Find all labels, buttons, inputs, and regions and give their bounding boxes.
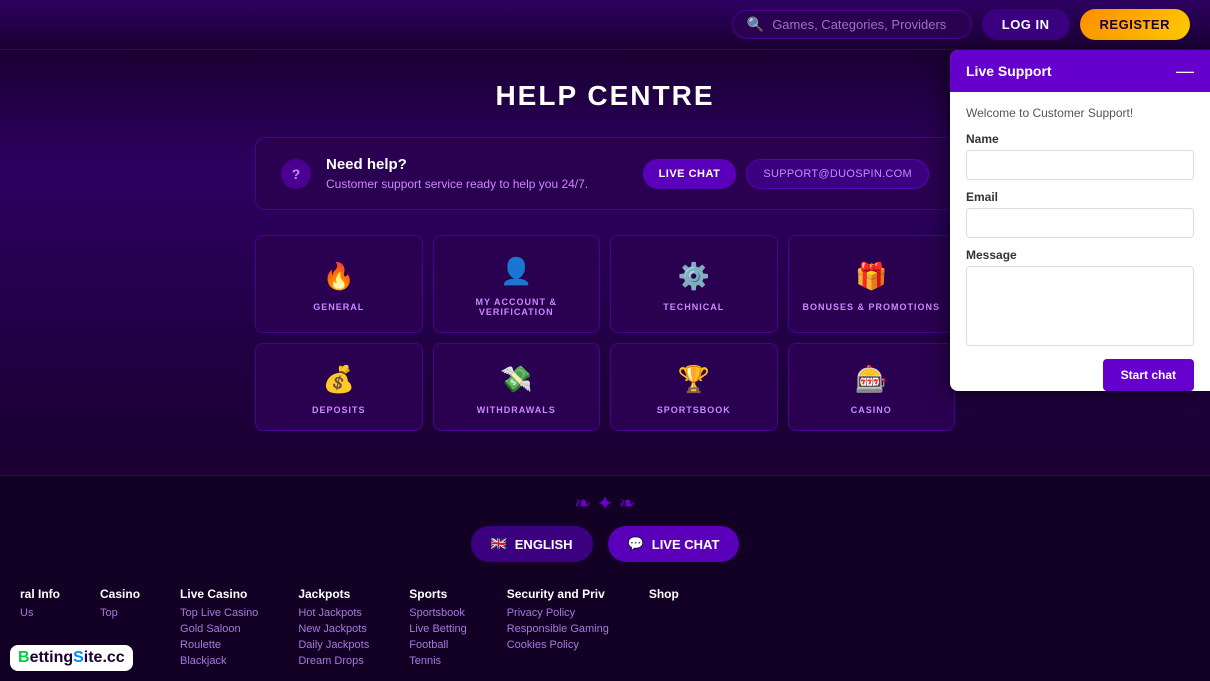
category-technical[interactable]: ⚙️ TECHNICAL <box>610 235 778 333</box>
category-general[interactable]: 🔥 GENERAL <box>255 235 423 333</box>
footer-col-title-security: Security and Priv <box>507 587 609 601</box>
footer-col-sports: Sports Sportsbook Live Betting Football … <box>409 587 466 671</box>
footer-link-responsible[interactable]: Responsible Gaming <box>507 623 609 635</box>
technical-label: TECHNICAL <box>663 302 724 312</box>
footer-col-security: Security and Priv Privacy Policy Respons… <box>507 587 609 671</box>
footer-link-hot-jackpots[interactable]: Hot Jackpots <box>298 607 369 619</box>
footer-col-live-casino: Live Casino Top Live Casino Gold Saloon … <box>180 587 258 671</box>
deposits-icon: 💰 <box>323 364 355 395</box>
categories-grid: 🔥 GENERAL 👤 MY ACCOUNT & VERIFICATION ⚙️… <box>255 235 955 431</box>
footer-col-title-jackpots: Jackpots <box>298 587 369 601</box>
footer-col-title-shop: Shop <box>649 587 679 601</box>
footer-link-sportsbook[interactable]: Sportsbook <box>409 607 466 619</box>
footer-section: ❧ ✦ ❧ 🇬🇧 ENGLISH 💬 LIVE CHAT ral Info Us… <box>0 475 1210 681</box>
category-deposits[interactable]: 💰 DEPOSITS <box>255 343 423 431</box>
register-button[interactable]: REGISTER <box>1080 9 1190 40</box>
help-box: ? Need help? Customer support service re… <box>255 137 955 210</box>
flag-icon: 🇬🇧 <box>491 536 507 552</box>
sportsbook-icon: 🏆 <box>678 364 710 395</box>
footer-link-daily-jackpots[interactable]: Daily Jackpots <box>298 639 369 651</box>
help-text: Need help? Customer support service read… <box>326 156 588 191</box>
live-chat-button[interactable]: LIVE CHAT <box>643 159 737 189</box>
footer-col-title-sports: Sports <box>409 587 466 601</box>
footer-col-jackpots: Jackpots Hot Jackpots New Jackpots Daily… <box>298 587 369 671</box>
message-label: Message <box>966 248 1194 262</box>
bonuses-icon: 🎁 <box>855 261 887 292</box>
casino-label: CASINO <box>851 405 892 415</box>
language-button[interactable]: 🇬🇧 ENGLISH <box>471 526 593 562</box>
footer-link-dream-drops[interactable]: Dream Drops <box>298 655 369 667</box>
support-email-button[interactable]: SUPPORT@DUOSPIN.COM <box>746 159 929 189</box>
search-placeholder: Games, Categories, Providers <box>772 17 946 32</box>
login-button[interactable]: LOG IN <box>982 9 1070 40</box>
start-chat-button[interactable]: Start chat <box>1103 359 1194 391</box>
question-icon: ? <box>281 159 311 189</box>
footer-link-top-live[interactable]: Top Live Casino <box>180 607 258 619</box>
category-sportsbook[interactable]: 🏆 SPORTSBOOK <box>610 343 778 431</box>
footer-logo: BettingSite.cc <box>10 645 133 671</box>
withdrawals-label: WITHDRAWALS <box>477 405 556 415</box>
help-title: Need help? <box>326 156 588 173</box>
footer-link-roulette[interactable]: Roulette <box>180 639 258 651</box>
footer-link-football[interactable]: Football <box>409 639 466 651</box>
footer-buttons: 🇬🇧 ENGLISH 💬 LIVE CHAT <box>20 526 1190 562</box>
footer-link-live-betting[interactable]: Live Betting <box>409 623 466 635</box>
deposits-label: DEPOSITS <box>312 405 366 415</box>
bonuses-label: BONUSES & PROMOTIONS <box>802 302 940 312</box>
live-support-body: Welcome to Customer Support! Name Email … <box>950 92 1210 365</box>
live-support-header: Live Support — <box>950 50 1210 92</box>
footer-col-title-general: ral Info <box>20 587 60 601</box>
category-bonuses[interactable]: 🎁 BONUSES & PROMOTIONS <box>788 235 956 333</box>
chat-label: LIVE CHAT <box>652 537 720 552</box>
technical-icon: ⚙️ <box>678 261 710 292</box>
footer-link-cookies[interactable]: Cookies Policy <box>507 639 609 651</box>
header: 🔍 Games, Categories, Providers LOG IN RE… <box>0 0 1210 50</box>
message-input[interactable] <box>966 266 1194 346</box>
category-withdrawals[interactable]: 💸 WITHDRAWALS <box>433 343 601 431</box>
casino-icon: 🎰 <box>855 364 887 395</box>
category-casino[interactable]: 🎰 CASINO <box>788 343 956 431</box>
footer-link-new-jackpots[interactable]: New Jackpots <box>298 623 369 635</box>
live-support-title: Live Support <box>966 63 1052 79</box>
footer-link-us[interactable]: Us <box>20 607 60 619</box>
live-support-panel: Live Support — Welcome to Customer Suppo… <box>950 50 1210 391</box>
name-label: Name <box>966 132 1194 146</box>
welcome-text: Welcome to Customer Support! <box>966 106 1194 120</box>
category-account[interactable]: 👤 MY ACCOUNT & VERIFICATION <box>433 235 601 333</box>
footer-link-tennis[interactable]: Tennis <box>409 655 466 667</box>
search-bar[interactable]: 🔍 Games, Categories, Providers <box>732 10 972 39</box>
footer-link-blackjack[interactable]: Blackjack <box>180 655 258 667</box>
footer-decorative: ❧ ✦ ❧ <box>20 491 1190 516</box>
minimize-button[interactable]: — <box>1176 62 1194 80</box>
withdrawals-icon: 💸 <box>500 364 532 395</box>
account-icon: 👤 <box>500 256 532 287</box>
email-label: Email <box>966 190 1194 204</box>
language-label: ENGLISH <box>515 537 573 552</box>
general-icon: 🔥 <box>323 261 355 292</box>
footer-link-gold-saloon[interactable]: Gold Saloon <box>180 623 258 635</box>
live-chat-footer-button[interactable]: 💬 LIVE CHAT <box>608 526 740 562</box>
help-right: LIVE CHAT SUPPORT@DUOSPIN.COM <box>643 159 929 189</box>
help-left: ? Need help? Customer support service re… <box>281 156 588 191</box>
email-input[interactable] <box>966 208 1194 238</box>
footer-link-top[interactable]: Top <box>100 607 140 619</box>
footer-col-shop: Shop <box>649 587 679 671</box>
search-icon: 🔍 <box>747 16 764 33</box>
footer-col-title-live-casino: Live Casino <box>180 587 258 601</box>
general-label: GENERAL <box>313 302 364 312</box>
footer-link-privacy[interactable]: Privacy Policy <box>507 607 609 619</box>
chat-icon: 💬 <box>628 536 644 552</box>
account-label: MY ACCOUNT & VERIFICATION <box>444 297 590 317</box>
name-input[interactable] <box>966 150 1194 180</box>
help-subtitle: Customer support service ready to help y… <box>326 177 588 191</box>
footer-links: ral Info Us Casino Top Live Casino Top L… <box>20 582 1190 671</box>
footer-col-title-casino: Casino <box>100 587 140 601</box>
sportsbook-label: SPORTSBOOK <box>657 405 731 415</box>
